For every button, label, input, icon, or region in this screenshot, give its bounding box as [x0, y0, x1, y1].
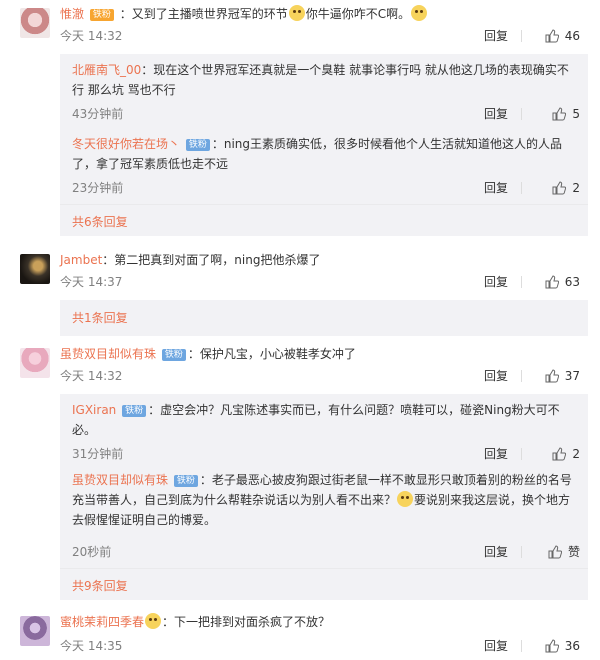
- like-count: 36: [564, 639, 580, 653]
- comment-body: ：第二把真到对面了啊，ning把他杀爆了: [102, 253, 321, 267]
- reply-button[interactable]: 回复: [484, 366, 508, 386]
- reply-meta: 23分钟前 回复 2: [72, 178, 588, 198]
- reply-button[interactable]: 回复: [484, 26, 508, 46]
- thumbs-up-icon: [545, 275, 559, 289]
- like-count: 5: [572, 107, 580, 121]
- comment-meta: 今天 14:37 回复 63: [60, 272, 588, 292]
- comment-body: ：下一把排到对面杀疯了不放？: [162, 615, 331, 629]
- reply-button[interactable]: 回复: [484, 178, 508, 198]
- comment-text: Jambet：第二把真到对面了啊，ning把他杀爆了: [60, 250, 588, 270]
- divider: [521, 448, 522, 460]
- timestamp: 20秒前: [72, 545, 112, 559]
- divider: [521, 108, 522, 120]
- emoji-icon: [145, 613, 162, 629]
- username-link[interactable]: 北雁南飞_00: [72, 63, 141, 77]
- username-link[interactable]: IGXiran: [72, 403, 116, 417]
- like-button[interactable]: 赞: [548, 542, 580, 562]
- divider: [521, 640, 522, 652]
- thumbs-up-icon: [545, 29, 559, 43]
- divider: [521, 276, 522, 288]
- like-count: 63: [564, 275, 580, 289]
- thumbs-up-icon: [552, 181, 567, 195]
- timestamp: 23分钟前: [72, 181, 124, 195]
- reply-text: 冬天很好你若在场丶 铁粉 ：ning王素质确实低，很多时候看他个人生活就知道他这人…: [72, 134, 576, 174]
- comment-text: 蜜桃茉莉四季春 ：下一把排到对面杀疯了不放？: [60, 612, 588, 632]
- more-replies-link[interactable]: 共1条回复: [72, 308, 128, 328]
- comment-body: ：又到了主播喷世界冠军的环节: [119, 7, 288, 21]
- thumbs-up-icon: [545, 369, 559, 383]
- like-button[interactable]: 46: [545, 26, 580, 46]
- reply-box: 北雁南飞_00：现在这个世界冠军还真就是一个臭鞋 就事论事行吗 就从他这几场的表…: [60, 54, 588, 236]
- divider: [60, 204, 588, 205]
- thumbs-up-icon: [552, 447, 567, 461]
- fan-badge: 铁粉: [173, 475, 198, 487]
- emoji-icon: [397, 491, 414, 507]
- like-button[interactable]: 63: [545, 272, 580, 292]
- username-link[interactable]: 蜜桃茉莉四季春: [60, 615, 144, 629]
- reply-button[interactable]: 回复: [484, 636, 508, 656]
- reply-body: ：现在这个世界冠军还真就是一个臭鞋 就事论事行吗 就从他这几场的表现确实不行 那…: [72, 63, 569, 97]
- avatar[interactable]: [20, 254, 50, 284]
- like-button[interactable]: 5: [552, 104, 580, 124]
- divider: [521, 370, 522, 382]
- reply-text: 虽贽双目却似有珠 铁粉 ：老子最恶心披皮狗跟过街老鼠一样不敢显形只敢顶着别的粉丝的…: [72, 470, 576, 530]
- like-count: 46: [564, 29, 580, 43]
- comment-body: ：保护凡宝，小心被鞋孝女冲了: [187, 347, 356, 361]
- fan-badge: 铁粉: [122, 405, 147, 417]
- reply-text: 北雁南飞_00：现在这个世界冠军还真就是一个臭鞋 就事论事行吗 就从他这几场的表…: [72, 60, 576, 100]
- timestamp: 今天 14:35: [60, 639, 123, 653]
- fan-badge: 铁粉: [161, 349, 186, 361]
- more-replies-link[interactable]: 共6条回复: [72, 212, 128, 232]
- reply-box: 共1条回复: [60, 300, 588, 336]
- timestamp: 31分钟前: [72, 447, 124, 461]
- like-button[interactable]: 36: [545, 636, 580, 656]
- divider: [521, 182, 522, 194]
- avatar[interactable]: [20, 8, 50, 38]
- comment-meta: 今天 14:32 回复 46: [60, 26, 588, 46]
- comment-meta: 今天 14:35 回复 36: [60, 636, 588, 656]
- thumbs-up-icon: [545, 639, 559, 653]
- timestamp: 今天 14:37: [60, 275, 123, 289]
- reply-meta: 20秒前 回复 赞: [72, 542, 588, 562]
- thumbs-up-icon: [552, 107, 567, 121]
- like-count: 37: [564, 369, 580, 383]
- divider: [521, 30, 522, 42]
- reply-button[interactable]: 回复: [484, 104, 508, 124]
- username-link[interactable]: 冬天很好你若在场丶: [72, 137, 180, 151]
- reply-box: IGXiran 铁粉 ：虚空会冲？凡宝陈述事实而已，有什么问题？喷鞋可以，碰瓷Ni…: [60, 394, 588, 600]
- reply-meta: 43分钟前 回复 5: [72, 104, 588, 124]
- username-link[interactable]: 虽贽双目却似有珠: [60, 347, 156, 361]
- like-count: 2: [572, 447, 580, 461]
- reply-meta: 31分钟前 回复 2: [72, 444, 588, 464]
- comment-body-tail: 你牛逼你咋不C啊。: [305, 7, 411, 21]
- avatar[interactable]: [20, 616, 50, 646]
- reply-button[interactable]: 回复: [484, 444, 508, 464]
- username-link[interactable]: 虽贽双目却似有珠: [72, 473, 168, 487]
- fan-badge: 铁粉: [185, 139, 210, 151]
- comment-text: 虽贽双目却似有珠 铁粉 ：保护凡宝，小心被鞋孝女冲了: [60, 344, 588, 364]
- like-button[interactable]: 2: [552, 444, 580, 464]
- divider: [521, 546, 522, 558]
- divider: [60, 568, 588, 569]
- avatar[interactable]: [20, 348, 50, 378]
- comment-text: 惟澈 铁粉 ：又到了主播喷世界冠军的环节 你牛逼你咋不C啊。: [60, 4, 588, 24]
- like-count: 赞: [567, 545, 580, 559]
- emoji-icon: [288, 5, 305, 21]
- timestamp: 今天 14:32: [60, 369, 123, 383]
- reply-button[interactable]: 回复: [484, 542, 508, 562]
- reply-text: IGXiran 铁粉 ：虚空会冲？凡宝陈述事实而已，有什么问题？喷鞋可以，碰瓷Ni…: [72, 400, 576, 440]
- fan-badge: 铁粉: [89, 9, 114, 21]
- thumbs-up-icon: [548, 545, 563, 559]
- reply-button[interactable]: 回复: [484, 272, 508, 292]
- username-link[interactable]: 惟澈: [60, 7, 84, 21]
- like-button[interactable]: 37: [545, 366, 580, 386]
- timestamp: 今天 14:32: [60, 29, 123, 43]
- more-replies-link[interactable]: 共9条回复: [72, 576, 128, 596]
- emoji-icon: [411, 5, 428, 21]
- timestamp: 43分钟前: [72, 107, 124, 121]
- username-link[interactable]: Jambet: [60, 253, 102, 267]
- like-count: 2: [572, 181, 580, 195]
- comment-meta: 今天 14:32 回复 37: [60, 366, 588, 386]
- like-button[interactable]: 2: [552, 178, 580, 198]
